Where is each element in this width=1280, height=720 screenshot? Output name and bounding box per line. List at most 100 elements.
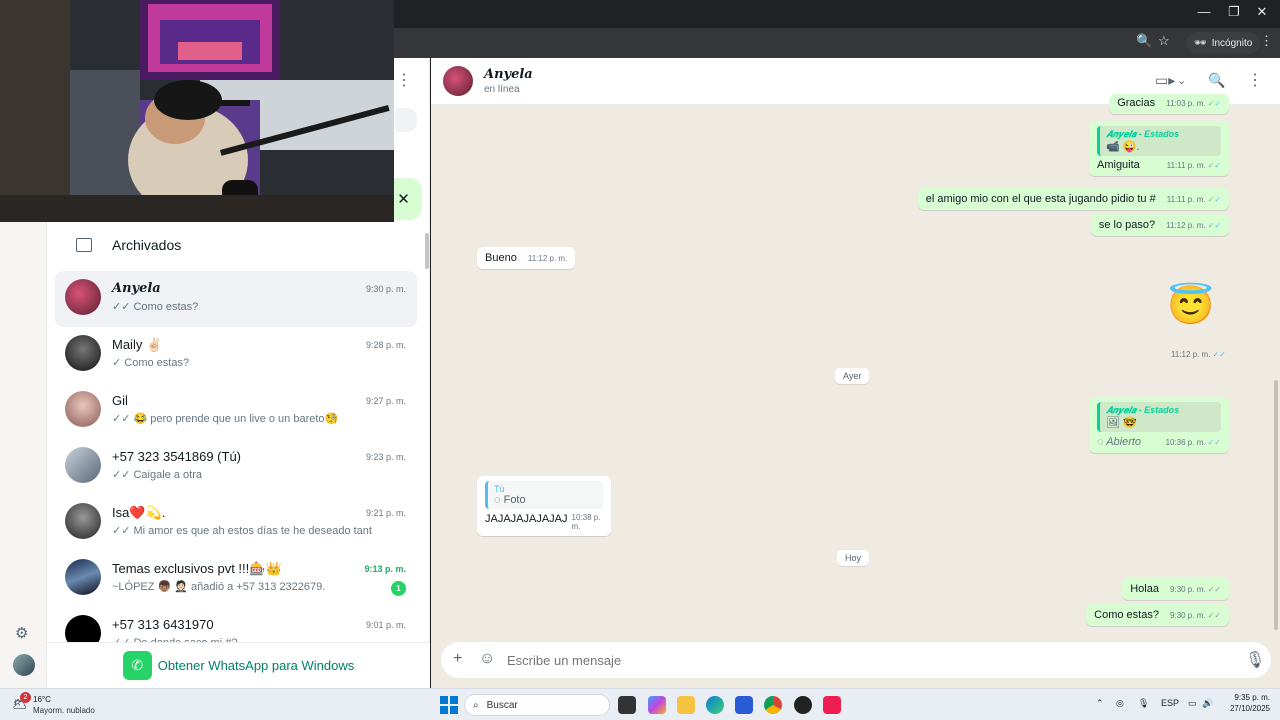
store-icon[interactable] — [735, 696, 753, 714]
video-call-icon[interactable]: ▭▸ — [1155, 72, 1175, 89]
contact-avatar[interactable] — [443, 66, 473, 96]
message-bubble[interactable]: Bueno 11:12 p. m. — [477, 247, 576, 269]
chat-name: +57 313 6431970 — [112, 617, 214, 632]
star-icon[interactable]: ☆ — [1158, 33, 1170, 49]
chat-time: 9:13 p. m. — [364, 564, 406, 574]
read-ticks-icon: ✓✓ — [1207, 438, 1221, 447]
message-text: el amigo mio con el que esta jugando pid… — [925, 193, 1156, 205]
taskbar-clock[interactable]: 9:35 p. m. 27/10/2025 — [1230, 693, 1270, 713]
chat-time: 9:27 p. m. — [365, 396, 406, 406]
whatsapp-logo-icon: ✆ — [122, 651, 152, 680]
webcam-overlay — [0, 0, 394, 222]
quote-author: 𝑨𝒏𝒚𝒆𝒍𝒂 - Estados — [1106, 129, 1180, 139]
quoted-status[interactable]: 𝑨𝒏𝒚𝒆𝒍𝒂 - Estados 📹 😜. — [1097, 126, 1221, 156]
message-text: Como estas? — [1094, 609, 1159, 621]
chat-time: 9:23 p. m. — [365, 452, 406, 462]
tiktok-icon[interactable] — [823, 696, 841, 714]
attach-plus-icon[interactable]: + — [453, 650, 462, 668]
message-time: 11:03 p. m. — [1166, 99, 1206, 108]
message-bubble[interactable]: 𝑨𝒏𝒚𝒆𝒍𝒂 - Estados 🖼 🤓 ◌ Abierto 10:36 p. … — [1089, 397, 1229, 453]
chrome-icon[interactable] — [764, 696, 782, 714]
emoji-sticker-icon[interactable]: ☺ — [479, 650, 495, 668]
message-bubble[interactable]: 𝑨𝒏𝒚𝒆𝒍𝒂 - Estados 📹 😜. Amiguita 11:11 p. … — [1089, 121, 1229, 176]
close-window-icon[interactable]: ✕ — [1248, 4, 1276, 20]
task-view-icon[interactable] — [618, 696, 636, 714]
message-bubble[interactable]: el amigo mio con el que esta jugando pid… — [917, 188, 1229, 210]
message-text: Holaa — [1130, 583, 1159, 595]
taskbar-search[interactable]: ⌕ Buscar — [464, 694, 610, 716]
scrollbar[interactable] — [1274, 380, 1278, 630]
start-icon[interactable] — [440, 696, 458, 714]
message-bubble[interactable]: Tú ◌ Foto JAJAJAJAJAJAJ 10:38 p. m. — [477, 476, 611, 536]
message-bubble[interactable]: Gracias 11:03 p. m. ✓✓ — [1109, 94, 1229, 114]
message-time: 10:38 p. m. — [571, 513, 601, 531]
message-bubble[interactable]: se lo paso? 11:12 p. m. ✓✓ — [1090, 214, 1229, 236]
network-icon[interactable]: ◎ — [1116, 698, 1124, 709]
loading-icon: ◌ — [1097, 436, 1107, 448]
read-ticks-icon: ✓✓ — [1212, 350, 1226, 359]
restore-icon[interactable]: ❐ — [1220, 4, 1248, 20]
menu-icon[interactable]: ⋮ — [396, 70, 412, 90]
chat-preview: ✓✓ 😂 pero prende que un live o un bareto… — [112, 413, 339, 425]
message-input[interactable] — [507, 650, 1207, 670]
message-text: Gracias — [1117, 97, 1156, 109]
message-bubble[interactable]: Como estas? 9:30 p. m. ✓✓ — [1086, 604, 1229, 626]
get-app-label: Obtener WhatsApp para Windows — [157, 658, 355, 673]
search-icon: ⌕ — [473, 699, 479, 711]
message-bubble[interactable]: Holaa 9:30 p. m. ✓✓ — [1122, 578, 1229, 600]
quoted-status[interactable]: 𝑨𝒏𝒚𝒆𝒍𝒂 - Estados 🖼 🤓 — [1097, 402, 1221, 432]
display-icon[interactable]: ▭ — [1188, 698, 1197, 709]
chevron-up-icon[interactable]: ⌃ — [1096, 698, 1104, 709]
emoji-message[interactable]: 😇 — [1167, 284, 1214, 328]
message-text: JAJAJAJAJAJAJ — [485, 513, 568, 525]
chat-time: 9:21 p. m. — [365, 508, 406, 518]
chat-avatar — [65, 447, 101, 483]
archived-row[interactable]: Archivados — [47, 221, 430, 269]
search-icon[interactable]: 🔍 — [1208, 72, 1225, 89]
get-app-banner[interactable]: ✆ Obtener WhatsApp para Windows — [47, 642, 430, 688]
message-time: 11:12 p. m. — [1166, 221, 1206, 230]
chat-item[interactable]: 𝑨𝒏𝒚𝒆𝒍𝒂 9:30 p. m. ✓✓ Como estas? — [55, 271, 417, 327]
minimize-icon[interactable]: — — [1190, 4, 1218, 19]
quoted-message[interactable]: Tú ◌ Foto — [485, 481, 603, 509]
chat-item[interactable]: +57 323 3541869 (Tú) 9:23 p. m. ✓✓ Caiga… — [55, 439, 417, 495]
chat-avatar — [65, 335, 101, 371]
edge-icon[interactable] — [706, 696, 724, 714]
chrome-incognito-icon[interactable] — [794, 696, 812, 714]
read-ticks-icon: ✓✓ — [1207, 195, 1221, 204]
language-indicator[interactable]: ESP — [1161, 698, 1179, 708]
profile-avatar[interactable] — [13, 654, 35, 676]
settings-icon[interactable]: ⚙ — [15, 624, 28, 642]
chat-item[interactable]: Gil 9:27 p. m. ✓✓ 😂 pero prende que un l… — [55, 383, 417, 439]
chat-avatar — [65, 503, 101, 539]
chat-avatar — [65, 391, 101, 427]
weather-widget[interactable]: 🌥 2 16°C Mayorm. nublado — [12, 691, 112, 719]
zoom-icon[interactable]: 🔍 — [1136, 33, 1152, 49]
date-separator: Ayer — [835, 368, 870, 384]
message-time: 11:11 p. m. — [1166, 195, 1206, 204]
chevron-down-icon[interactable]: ⌄ — [1177, 74, 1186, 87]
chat-item[interactable]: Isa❤️💫. 9:21 p. m. ✓✓ Mi amor es que ah … — [55, 495, 417, 551]
chat-item[interactable]: Temas exclusivos pvt !!!🎰👑 9:13 p. m. ~L… — [55, 551, 417, 607]
menu-icon[interactable]: ⋮ — [1247, 70, 1263, 90]
incognito-badge[interactable]: 🕶 Incógnito — [1186, 32, 1261, 54]
browser-menu-icon[interactable]: ⋮ — [1260, 33, 1273, 49]
message-time: 9:30 p. m. — [1170, 611, 1206, 620]
search-field[interactable] — [395, 108, 417, 132]
scrollbar[interactable] — [425, 233, 429, 269]
copilot-icon[interactable] — [648, 696, 666, 714]
chat-item[interactable]: Maily ✌🏻 9:28 p. m. ✓ Como estas? — [55, 327, 417, 383]
chat-name: Temas exclusivos pvt !!!🎰👑 — [112, 561, 282, 576]
message-time: 11:12 p. m. — [527, 254, 568, 263]
chat-name: Gil — [112, 393, 128, 408]
conversation-panel: 𝑨𝒏𝒚𝒆𝒍𝒂 en línea ▭▸ ⌄ 🔍 ⋮ Gracias 11:03 p… — [431, 58, 1280, 688]
quote-body: 🖼 🤓 — [1106, 417, 1137, 429]
microphone-icon[interactable]: 🎙 — [1245, 650, 1265, 670]
quote-author: 𝑨𝒏𝒚𝒆𝒍𝒂 - Estados — [1106, 405, 1180, 415]
quote-body: Foto — [503, 494, 526, 506]
chat-preview: ✓✓ Caigale a otra — [112, 469, 202, 481]
microphone-icon[interactable]: 🎙 — [1138, 698, 1149, 709]
incognito-label: Incógnito — [1211, 37, 1253, 49]
file-explorer-icon[interactable] — [677, 696, 695, 714]
volume-icon[interactable]: 🔊 — [1202, 698, 1213, 709]
